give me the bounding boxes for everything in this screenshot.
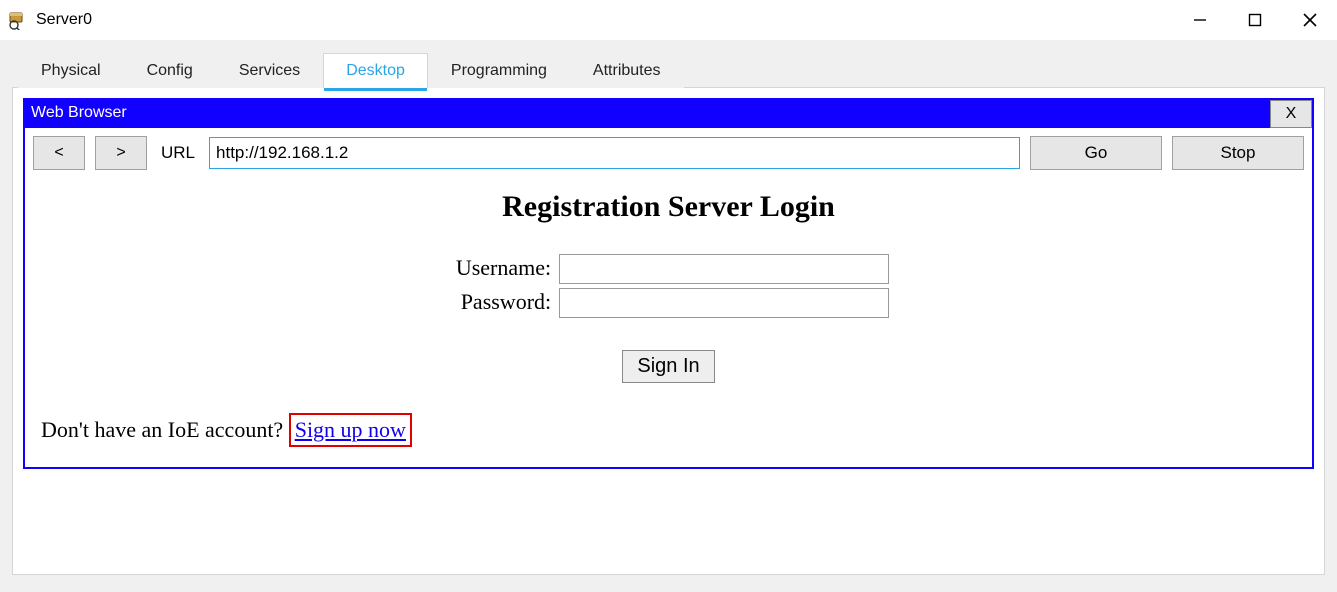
client-area: Physical Config Services Desktop Program… xyxy=(0,40,1337,592)
close-button[interactable] xyxy=(1282,0,1337,40)
browser-toolbar: < > URL Go Stop xyxy=(25,128,1312,178)
username-label: Username: xyxy=(448,252,559,286)
browser-page: Registration Server Login Username: Pass… xyxy=(25,178,1312,467)
app-window: Server0 Physical Config Services Desktop xyxy=(0,0,1337,592)
username-input[interactable] xyxy=(559,254,889,284)
url-label: URL xyxy=(157,143,199,163)
nav-forward-button[interactable]: > xyxy=(95,136,147,170)
signup-highlight: Sign up now xyxy=(289,413,412,447)
tab-attributes[interactable]: Attributes xyxy=(570,53,684,88)
signin-button[interactable]: Sign In xyxy=(622,350,714,383)
browser-titlebar: Web Browser X xyxy=(25,100,1312,128)
login-form: Username: Password: xyxy=(448,252,889,320)
web-browser: Web Browser X < > URL Go Stop Registrati… xyxy=(23,98,1314,469)
tab-programming[interactable]: Programming xyxy=(428,53,570,88)
signup-prompt: Don't have an IoE account? xyxy=(41,417,289,442)
url-input[interactable] xyxy=(209,137,1020,169)
nav-back-button[interactable]: < xyxy=(33,136,85,170)
tabstrip: Physical Config Services Desktop Program… xyxy=(12,52,1325,87)
app-icon xyxy=(8,10,28,30)
page-title: Registration Server Login xyxy=(41,190,1296,224)
tab-services[interactable]: Services xyxy=(216,53,323,88)
window-controls xyxy=(1172,0,1337,40)
browser-close-button[interactable]: X xyxy=(1270,100,1312,128)
tab-config[interactable]: Config xyxy=(124,53,216,88)
tabpage-desktop: Web Browser X < > URL Go Stop Registrati… xyxy=(12,87,1325,575)
signup-link[interactable]: Sign up now xyxy=(295,417,406,442)
browser-title: Web Browser xyxy=(25,100,1270,128)
titlebar: Server0 xyxy=(0,0,1337,40)
window-title: Server0 xyxy=(36,11,92,29)
password-label: Password: xyxy=(448,286,559,320)
minimize-button[interactable] xyxy=(1172,0,1227,40)
maximize-button[interactable] xyxy=(1227,0,1282,40)
tab-desktop[interactable]: Desktop xyxy=(323,53,428,88)
go-button[interactable]: Go xyxy=(1030,136,1162,170)
password-input[interactable] xyxy=(559,288,889,318)
signup-line: Don't have an IoE account? Sign up now xyxy=(41,413,1296,447)
stop-button[interactable]: Stop xyxy=(1172,136,1304,170)
tab-physical[interactable]: Physical xyxy=(18,53,124,88)
